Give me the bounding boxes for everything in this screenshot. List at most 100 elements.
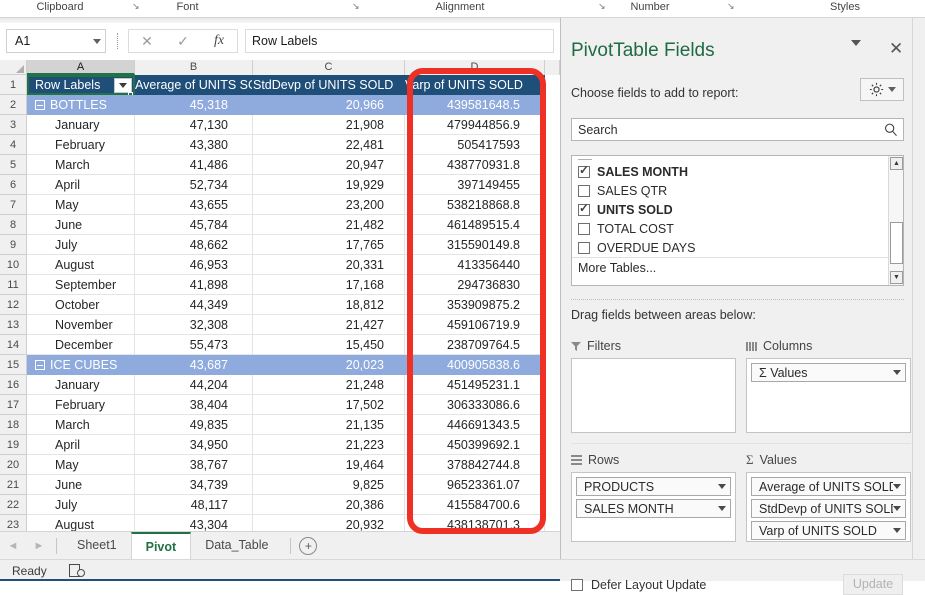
row-header-2[interactable]: 2 (0, 95, 27, 115)
filter-dropdown-icon[interactable] (114, 77, 132, 93)
cell-stddevp[interactable]: 20,947 (253, 155, 405, 175)
field-item-sales-month[interactable]: SALES MONTH (578, 162, 688, 181)
cell-stddevp[interactable]: 21,908 (253, 115, 405, 135)
chevron-down-icon[interactable] (893, 506, 901, 511)
row-header-12[interactable]: 12 (0, 295, 27, 315)
cell-stddevp[interactable]: 21,427 (253, 315, 405, 335)
cell-stddevp[interactable]: 15,450 (253, 335, 405, 355)
area-values[interactable]: Σ Values Average of UNITS SOLD StdDevp o… (746, 452, 911, 542)
cell-average[interactable]: 34,950 (135, 435, 253, 455)
field-item-overdue-days[interactable]: OVERDUE DAYS (578, 238, 695, 257)
cell-varp[interactable]: 438770931.8 (405, 155, 545, 175)
cell-average[interactable]: 52,734 (135, 175, 253, 195)
cell-row-label[interactable]: June (27, 475, 135, 495)
cell-stddevp[interactable]: 20,386 (253, 495, 405, 515)
confirm-formula-icon[interactable]: ✓ (165, 30, 201, 52)
next-sheet-icon[interactable]: ► (26, 540, 52, 552)
table-row[interactable]: 10 August 46,953 20,331 413356440 (0, 255, 560, 275)
row-header-3[interactable]: 3 (0, 115, 27, 135)
header-cell-c[interactable]: StdDevp of UNITS SOLD (253, 75, 405, 95)
area-rows-dropzone[interactable]: PRODUCTS SALES MONTH (571, 472, 736, 542)
cell-average[interactable]: 43,655 (135, 195, 253, 215)
cell-row-label[interactable]: April (27, 435, 135, 455)
sheet-tab-sheet1[interactable]: Sheet1 (63, 532, 131, 559)
cell-average[interactable]: 32,308 (135, 315, 253, 335)
cell-row-label[interactable]: March (27, 415, 135, 435)
column-header-A[interactable]: A (27, 60, 135, 75)
table-row[interactable]: 19 April 34,950 21,223 450399692.1 (0, 435, 560, 455)
table-row[interactable]: 2 BOTTLES 45,318 20,966 439581648.5 (0, 95, 560, 115)
row-chip-products[interactable]: PRODUCTS (576, 477, 731, 496)
chevron-down-icon[interactable] (718, 484, 726, 489)
worksheet-grid[interactable]: ABCD 1 Average of UNITS SOLDStdDevp of UN… (0, 60, 560, 535)
value-chip-average[interactable]: Average of UNITS SOLD (751, 477, 906, 496)
formula-input[interactable]: Row Labels (245, 29, 554, 53)
column-header-B[interactable]: B (135, 60, 253, 75)
name-box[interactable]: A1 (6, 29, 106, 53)
cell-average[interactable]: 48,117 (135, 495, 253, 515)
row-header-18[interactable]: 18 (0, 415, 27, 435)
table-row[interactable]: 4 February 43,380 22,481 505417593 (0, 135, 560, 155)
table-row[interactable]: 5 March 41,486 20,947 438770931.8 (0, 155, 560, 175)
cell-stddevp[interactable]: 20,331 (253, 255, 405, 275)
row-header-4[interactable]: 4 (0, 135, 27, 155)
table-row[interactable]: 8 June 45,784 21,482 461489515.4 (0, 215, 560, 235)
cell-row-label[interactable]: February (27, 135, 135, 155)
cell-stddevp[interactable]: 23,200 (253, 195, 405, 215)
cell-stddevp[interactable]: 21,482 (253, 215, 405, 235)
cell-row-label[interactable]: ICE CUBES (27, 355, 135, 375)
table-row[interactable]: 11 September 41,898 17,168 294736830 (0, 275, 560, 295)
chevron-down-icon[interactable] (893, 528, 901, 533)
macro-record-icon[interactable] (68, 564, 85, 577)
cell-row-label[interactable]: October (27, 295, 135, 315)
chevron-down-icon[interactable] (93, 38, 101, 44)
cell-row-label[interactable]: May (27, 455, 135, 475)
cell-row-label[interactable]: April (27, 175, 135, 195)
table-row[interactable]: 21 June 34,739 9,825 96523361.07 (0, 475, 560, 495)
cell-average[interactable]: 43,687 (135, 355, 253, 375)
area-filters[interactable]: Filters (571, 338, 736, 433)
cell-stddevp[interactable]: 9,825 (253, 475, 405, 495)
sheet-tab-data-table[interactable]: Data_Table (191, 532, 282, 559)
cell-varp[interactable]: 446691343.5 (405, 415, 545, 435)
checkbox-unchecked-icon[interactable] (578, 184, 590, 197)
sheet-tab-pivot[interactable]: Pivot (130, 532, 192, 559)
collapse-group-icon[interactable] (35, 100, 45, 110)
field-list[interactable]: SALES MONTH SALES QTR UNITS SOLD TOTAL COST… (571, 155, 904, 286)
cell-stddevp[interactable]: 20,966 (253, 95, 405, 115)
area-filters-dropzone[interactable] (571, 358, 736, 433)
add-sheet-icon[interactable]: + (299, 536, 318, 555)
cell-row-label[interactable]: February (27, 395, 135, 415)
collapse-group-icon[interactable] (35, 360, 45, 370)
cell-varp[interactable]: 439581648.5 (405, 95, 545, 115)
cell-average[interactable]: 46,953 (135, 255, 253, 275)
cell-stddevp[interactable]: 17,765 (253, 235, 405, 255)
cell-row-label[interactable]: December (27, 335, 135, 355)
cell-stddevp[interactable]: 18,812 (253, 295, 405, 315)
column-chip-values[interactable]: Σ Values (751, 363, 906, 382)
more-tables-link[interactable]: More Tables... (578, 261, 656, 275)
chevron-down-icon[interactable] (893, 370, 901, 375)
cell-row-label[interactable]: BOTTLES (27, 95, 135, 115)
cell-average[interactable]: 45,318 (135, 95, 253, 115)
table-row[interactable]: 16 January 44,204 21,248 451495231.1 (0, 375, 560, 395)
cell-varp[interactable]: 353909875.2 (405, 295, 545, 315)
search-input[interactable]: Search (571, 118, 904, 141)
table-row[interactable]: 22 July 48,117 20,386 415584700.6 (0, 495, 560, 515)
cell-row-label[interactable]: March (27, 155, 135, 175)
cell-average[interactable]: 45,784 (135, 215, 253, 235)
table-row[interactable]: 15 ICE CUBES 43,687 20,023 400905838.6 (0, 355, 560, 375)
cell-stddevp[interactable]: 20,023 (253, 355, 405, 375)
value-chip-stddevp[interactable]: StdDevp of UNITS SOLD (751, 499, 906, 518)
field-list-scrollbar[interactable]: ▲ ▼ (888, 156, 903, 285)
cell-average[interactable]: 43,380 (135, 135, 253, 155)
header-cell-d[interactable]: Varp of UNITS SOLD (405, 75, 545, 95)
cell-varp[interactable]: 415584700.6 (405, 495, 545, 515)
scroll-up-icon[interactable]: ▲ (890, 157, 903, 170)
cell-row-label[interactable]: July (27, 235, 135, 255)
area-rows[interactable]: Rows PRODUCTS SALES MONTH (571, 452, 736, 542)
previous-sheet-icon[interactable]: ◄ (0, 540, 26, 552)
dialog-launcher-icon[interactable]: ↘ (132, 1, 140, 12)
cell-varp[interactable]: 238709764.5 (405, 335, 545, 355)
table-row[interactable]: 6 April 52,734 19,929 397149455 (0, 175, 560, 195)
